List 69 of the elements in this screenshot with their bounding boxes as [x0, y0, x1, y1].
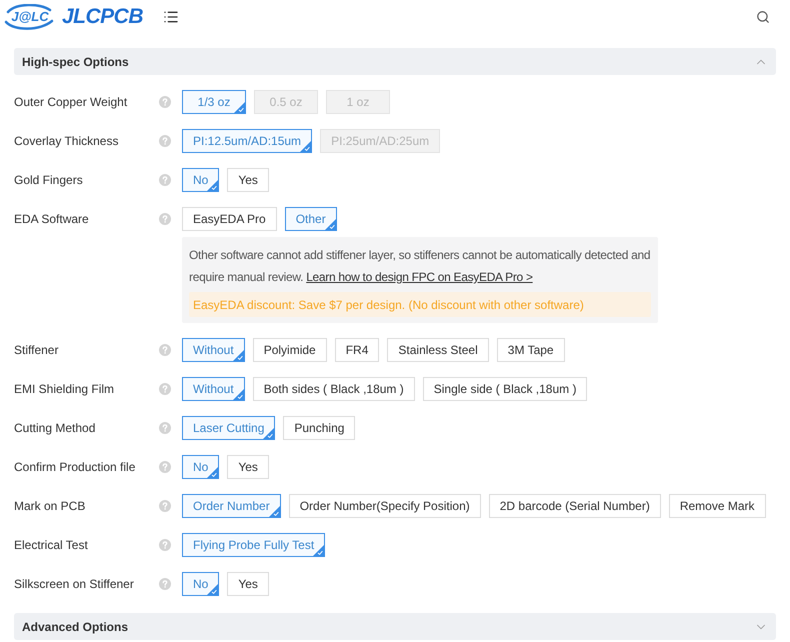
- check-corner-icon: [324, 219, 336, 230]
- menu-icon[interactable]: [163, 9, 180, 25]
- option-label: Cutting Method: [14, 420, 96, 437]
- help-icon[interactable]: [159, 344, 171, 356]
- option-label: Coverlay Thickness: [14, 133, 120, 150]
- help-icon[interactable]: [159, 461, 171, 473]
- check-corner-icon: [263, 428, 274, 439]
- check-corner-icon: [207, 584, 218, 595]
- option-button[interactable]: Order Number: [182, 494, 281, 518]
- section-title: Advanced Options: [22, 618, 128, 636]
- option-button[interactable]: Without: [182, 377, 245, 401]
- check-corner-icon: [268, 506, 280, 517]
- option-button[interactable]: Laser Cutting: [182, 416, 276, 440]
- option-button[interactable]: EasyEDA Pro: [182, 207, 277, 231]
- learn-link[interactable]: Learn how to design FPC on EasyEDA Pro >: [306, 270, 533, 284]
- help-icon[interactable]: [159, 383, 171, 395]
- help-icon[interactable]: [159, 174, 171, 186]
- option-button[interactable]: Without: [182, 338, 245, 362]
- option-button[interactable]: No: [182, 572, 220, 596]
- search-icon[interactable]: [756, 10, 770, 24]
- option-label: EDA Software: [14, 211, 90, 228]
- section-title: High-spec Options: [22, 54, 129, 70]
- check-corner-icon: [207, 180, 218, 191]
- help-icon[interactable]: [159, 578, 171, 590]
- option-button[interactable]: 3M Tape: [496, 338, 565, 362]
- section-header[interactable]: High-spec Options: [14, 48, 776, 75]
- option-button[interactable]: Polyimide: [252, 338, 327, 362]
- section-header[interactable]: Advanced Options: [14, 613, 776, 640]
- option-button[interactable]: Other: [284, 207, 337, 231]
- option-button[interactable]: No: [182, 455, 220, 479]
- option-button[interactable]: Both sides ( Black ,18um ): [252, 377, 415, 401]
- option-button[interactable]: Yes: [227, 455, 269, 479]
- discount-notice: EasyEDA discount: Save $7 per design. (No discount with other software): [189, 292, 651, 317]
- option-button[interactable]: Remove Mark: [668, 494, 766, 518]
- option-button[interactable]: No: [182, 168, 220, 192]
- option-button[interactable]: Order Number(Specify Position): [288, 494, 481, 518]
- check-corner-icon: [234, 102, 245, 113]
- review-note: Other software cannot add stiffener layer, so stiffeners cannot be automatically detected and require manual review. Learn how to design FPC on EasyEDA Pro >: [189, 247, 651, 286]
- check-corner-icon: [300, 141, 312, 152]
- help-icon[interactable]: [159, 213, 171, 225]
- option-label: Mark on PCB: [14, 498, 86, 515]
- check-corner-icon: [232, 350, 244, 361]
- help-icon[interactable]: [159, 96, 171, 108]
- option-button[interactable]: Yes: [227, 168, 269, 192]
- check-corner-icon: [207, 467, 218, 478]
- option-button[interactable]: Stainless Steel: [387, 338, 489, 362]
- option-label: Gold Fingers: [14, 172, 84, 189]
- check-corner-icon: [313, 545, 324, 556]
- option-button[interactable]: Flying Probe Fully Test: [182, 533, 326, 557]
- option-button[interactable]: Yes: [227, 572, 269, 596]
- check-corner-icon: [232, 389, 244, 400]
- option-button[interactable]: PI:12.5um/AD:15um: [182, 129, 312, 153]
- help-icon[interactable]: [159, 539, 171, 551]
- option-label: Stiffener: [14, 342, 60, 359]
- option-button[interactable]: Punching: [283, 416, 356, 440]
- option-label: Confirm Production file: [14, 459, 136, 476]
- option-button[interactable]: 1/3 oz: [182, 90, 246, 114]
- option-label: Electrical Test: [14, 537, 89, 554]
- option-button[interactable]: Single side ( Black ,18um ): [422, 377, 588, 401]
- option-label: EMI Shielding Film: [14, 381, 116, 398]
- help-icon[interactable]: [159, 422, 171, 434]
- logo-mark[interactable]: J@LC: [2, 4, 58, 30]
- help-icon[interactable]: [159, 135, 171, 147]
- logo-text[interactable]: JLCPCB: [62, 1, 144, 33]
- option-label: Silkscreen on Stiffener: [14, 576, 135, 593]
- option-label: Outer Copper Weight: [14, 94, 128, 111]
- help-icon[interactable]: [159, 500, 171, 512]
- option-button[interactable]: FR4: [334, 338, 380, 362]
- option-button[interactable]: 2D barcode (Serial Number): [488, 494, 661, 518]
